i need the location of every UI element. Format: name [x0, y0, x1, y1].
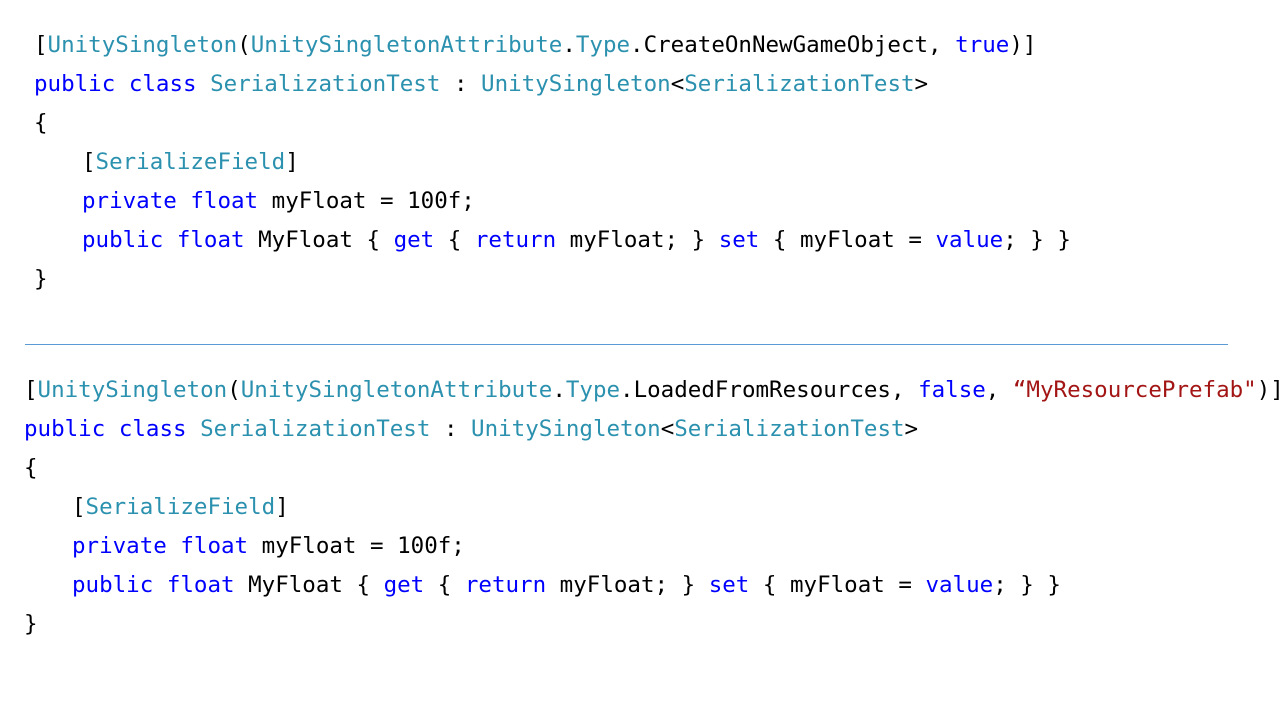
code-text: ; } }	[993, 572, 1061, 598]
code-text: {	[434, 227, 475, 253]
code-line: public float MyFloat { get { return myFl…	[34, 221, 1071, 260]
code-line: private float myFloat = 100f;	[34, 182, 1071, 221]
keyword-token: public	[24, 416, 106, 442]
code-text: myFloat = 100f;	[248, 533, 465, 559]
code-snippet-loaded-from-resources: [UnitySingleton(UnitySingletonAttribute.…	[24, 371, 1280, 644]
string-token: “MyResourcePrefab"	[1012, 377, 1257, 403]
code-snippet-create-on-new-game-object: [UnitySingleton(UnitySingletonAttribute.…	[34, 26, 1071, 299]
keyword-token: false	[918, 377, 986, 403]
code-text: ]	[285, 149, 299, 175]
keyword-token: float	[190, 188, 259, 214]
type-token: UnitySingleton	[481, 71, 671, 97]
code-text: myFloat = 100f;	[258, 188, 475, 214]
keyword-token: value	[925, 572, 994, 598]
keyword-token: value	[935, 227, 1004, 253]
type-token: UnitySingletonAttribute	[240, 377, 553, 403]
code-text: ; } }	[1003, 227, 1071, 253]
code-text: :	[430, 416, 472, 442]
code-line: public class SerializationTest : UnitySi…	[24, 410, 1280, 449]
type-token: UnitySingleton	[471, 416, 661, 442]
code-text: {	[34, 110, 48, 136]
code-text: { myFloat =	[759, 227, 936, 253]
code-text: .CreateOnNewGameObject,	[630, 32, 956, 58]
code-text: [	[34, 32, 48, 58]
code-text: >	[914, 71, 929, 97]
code-text: [	[72, 494, 86, 520]
divider	[25, 344, 1228, 345]
code-line: }	[24, 605, 1280, 644]
type-token: SerializeField	[95, 149, 286, 175]
code-text: myFloat; }	[556, 227, 719, 253]
code-text: myFloat; }	[546, 572, 709, 598]
type-token: UnitySingletonAttribute	[250, 32, 563, 58]
code-text: :	[440, 71, 482, 97]
code-text: )]	[1256, 377, 1280, 403]
code-line: }	[34, 260, 1071, 299]
type-token: SerializationTest	[674, 416, 905, 442]
code-text: [	[82, 149, 96, 175]
code-text: [	[24, 377, 38, 403]
code-text: )]	[1009, 32, 1037, 58]
code-text: .	[552, 377, 566, 403]
code-text: ,	[985, 377, 1013, 403]
code-text: }	[24, 611, 38, 637]
keyword-token: true	[955, 32, 1010, 58]
type-token: SerializationTest	[200, 416, 431, 442]
code-text: {	[24, 455, 38, 481]
code-text: >	[904, 416, 919, 442]
code-line: [UnitySingleton(UnitySingletonAttribute.…	[34, 26, 1071, 65]
type-token: Type	[565, 377, 621, 403]
code-text: .LoadedFromResources,	[620, 377, 919, 403]
keyword-token: set	[718, 227, 760, 253]
code-text: .	[562, 32, 576, 58]
type-token: SerializationTest	[684, 71, 915, 97]
code-text: { myFloat =	[749, 572, 926, 598]
type-token: UnitySingleton	[37, 377, 228, 403]
keyword-token: get	[383, 572, 425, 598]
code-text: {	[424, 572, 465, 598]
code-line: [UnitySingleton(UnitySingletonAttribute.…	[24, 371, 1280, 410]
keyword-token: return	[464, 572, 547, 598]
code-line: {	[24, 449, 1280, 488]
code-line: private float myFloat = 100f;	[24, 527, 1280, 566]
keyword-token: private	[82, 188, 177, 214]
type-token: SerializeField	[85, 494, 276, 520]
keyword-token: get	[393, 227, 435, 253]
code-line: public class SerializationTest : UnitySi…	[34, 65, 1071, 104]
code-text: (	[227, 377, 241, 403]
type-token: UnitySingleton	[47, 32, 238, 58]
type-token: SerializationTest	[210, 71, 441, 97]
keyword-token: public	[72, 572, 154, 598]
keyword-token: class	[118, 416, 187, 442]
keyword-token: class	[128, 71, 197, 97]
code-text: <	[660, 416, 675, 442]
keyword-token: float	[180, 533, 249, 559]
keyword-token: float	[176, 227, 245, 253]
keyword-token: float	[166, 572, 235, 598]
code-text: (	[237, 32, 251, 58]
code-text: MyFloat {	[244, 227, 394, 253]
code-line: public float MyFloat { get { return myFl…	[24, 566, 1280, 605]
code-line: [SerializeField]	[34, 143, 1071, 182]
code-text: MyFloat {	[234, 572, 384, 598]
code-text: ]	[275, 494, 289, 520]
keyword-token: public	[82, 227, 164, 253]
code-line: [SerializeField]	[24, 488, 1280, 527]
keyword-token: return	[474, 227, 557, 253]
code-text: }	[34, 266, 48, 292]
type-token: Type	[575, 32, 631, 58]
code-line: {	[34, 104, 1071, 143]
code-text: <	[670, 71, 685, 97]
keyword-token: public	[34, 71, 116, 97]
keyword-token: private	[72, 533, 167, 559]
keyword-token: set	[708, 572, 750, 598]
